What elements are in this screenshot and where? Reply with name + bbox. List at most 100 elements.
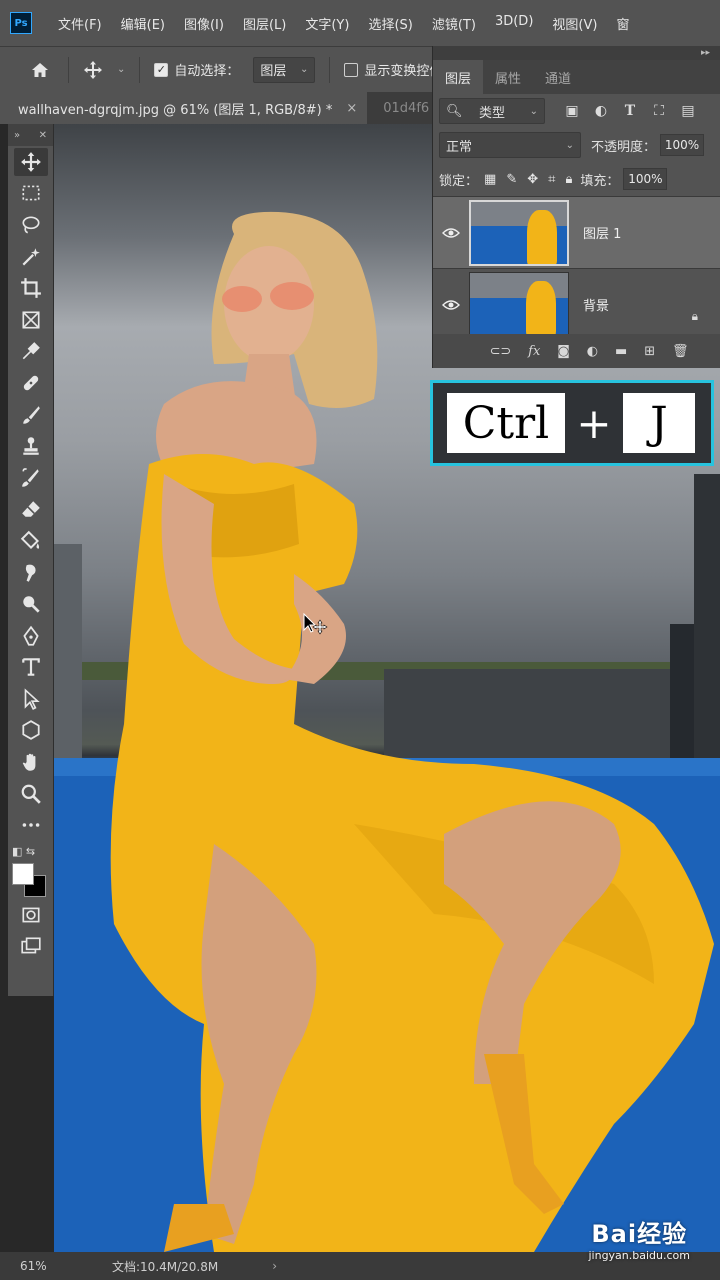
pen-tool[interactable] <box>8 620 53 652</box>
adjustment-layer-icon[interactable]: ◐ <box>587 344 598 359</box>
home-icon <box>32 62 48 77</box>
menu-image[interactable]: 图像(I) <box>184 14 224 33</box>
paint-bucket-tool[interactable] <box>8 525 53 557</box>
eraser-tool[interactable] <box>8 494 53 526</box>
tab-properties[interactable]: 属性 <box>483 60 533 94</box>
layers-panel: ▸▸ 图层 属性 通道 🔍︎ 类型 ⌄ ▣ ◐ T ⛶ ▤ 正常 ⌄ 不透明度：… <box>432 46 720 368</box>
zoom-tool[interactable] <box>8 778 53 810</box>
path-selection-tool[interactable] <box>8 683 53 715</box>
layer-row-background[interactable]: 背景 🔒︎ <box>433 268 720 340</box>
marquee-tool[interactable] <box>8 178 53 210</box>
trash-icon[interactable]: 🗑︎ <box>672 344 689 359</box>
menu-select[interactable]: 选择(S) <box>368 14 412 33</box>
eye-icon[interactable] <box>433 299 469 311</box>
eyedropper-tool[interactable] <box>8 336 53 368</box>
healing-brush-tool[interactable] <box>8 367 53 399</box>
smart-object-filter-icon[interactable]: ▤ <box>679 102 697 120</box>
type-tool[interactable] <box>8 652 53 684</box>
shape-tool[interactable] <box>8 715 53 747</box>
menu-view[interactable]: 视图(V) <box>552 14 597 33</box>
prevent-autonest-icon[interactable]: ⌗ <box>548 172 555 187</box>
menu-layer[interactable]: 图层(L) <box>243 14 286 33</box>
shortcut-key-ctrl: Ctrl <box>447 393 565 453</box>
home-button[interactable] <box>26 60 54 80</box>
show-transform-checkbox[interactable] <box>344 62 359 77</box>
layer-filter-dropdown[interactable]: 🔍︎ 类型 ⌄ <box>439 98 545 124</box>
menu-edit[interactable]: 编辑(E) <box>121 14 165 33</box>
lock-transparent-pixels-icon[interactable]: ▦ <box>484 172 496 187</box>
adjustment-filter-icon[interactable]: ◐ <box>592 102 610 120</box>
auto-select-checkbox[interactable]: ✓ <box>154 62 169 77</box>
folder-icon[interactable]: ▬ <box>615 344 627 359</box>
lock-position-icon[interactable]: ✥ <box>527 172 538 187</box>
frame-tool[interactable] <box>8 304 53 336</box>
lasso-tool[interactable] <box>8 209 53 241</box>
default-colors-icon[interactable]: ◧ ⇆ <box>12 845 35 858</box>
more-tools[interactable] <box>8 809 53 841</box>
lock-all-icon[interactable]: 🔒︎ <box>565 172 572 187</box>
type-filter-icon[interactable]: T <box>621 102 639 120</box>
move-tool-preset[interactable]: ⌄ <box>83 60 125 80</box>
layer-name: 图层 1 <box>583 227 622 242</box>
blend-mode-value: 正常 <box>446 139 473 155</box>
dodge-tool[interactable] <box>8 588 53 620</box>
screen-mode-icon <box>20 937 41 954</box>
layer-filter-value: 类型 <box>479 105 506 121</box>
tab-layers[interactable]: 图层 <box>433 60 484 94</box>
brush-tool[interactable] <box>8 399 53 431</box>
arrow-cursor-icon <box>24 688 40 710</box>
screen-mode-button[interactable] <box>8 931 53 963</box>
hexagon-icon <box>21 720 40 741</box>
hand-icon <box>22 753 35 771</box>
panel-collapse-bar[interactable]: ▸▸ <box>433 46 720 60</box>
fill-input[interactable]: 100% <box>623 168 668 190</box>
menu-file[interactable]: 文件(F) <box>58 14 102 33</box>
foreground-color-swatch[interactable] <box>12 863 34 886</box>
magic-wand-tool[interactable] <box>8 241 53 273</box>
photoshop-logo[interactable]: Ps <box>10 12 32 34</box>
new-layer-icon[interactable]: ⊞ <box>644 344 655 359</box>
watermark-url: jingyan.baidu.com <box>588 1249 690 1262</box>
auto-select-target-dropdown[interactable]: 图层 ⌄ <box>253 56 316 83</box>
layer-name: 背景 <box>583 299 610 314</box>
shape-filter-icon[interactable]: ⛶ <box>650 102 668 120</box>
fx-icon[interactable]: fx <box>528 344 540 359</box>
eye-icon[interactable] <box>433 227 469 239</box>
lock-row: 锁定： ▦ ✎ ✥ ⌗ 🔒︎ 填充： 100% <box>433 162 720 196</box>
magnifier-icon <box>21 784 41 804</box>
menu-3d[interactable]: 3D(D) <box>495 14 533 33</box>
lock-image-pixels-icon[interactable]: ✎ <box>506 172 517 187</box>
status-menu-arrow-icon[interactable]: › <box>272 1259 277 1273</box>
layer-mask-icon[interactable]: ◙ <box>557 344 570 359</box>
tab-channels[interactable]: 通道 <box>533 60 583 94</box>
quick-mask-button[interactable] <box>8 899 53 931</box>
close-icon[interactable]: ✕ <box>39 130 47 141</box>
document-size: 文档:10.4M/20.8M <box>112 1259 219 1274</box>
collapse-icon[interactable]: » <box>14 130 20 141</box>
tools-panel: » ✕ ◧ ⇆ <box>8 124 54 996</box>
move-tool[interactable] <box>8 146 53 178</box>
close-icon[interactable]: × <box>346 101 357 116</box>
clone-stamp-tool[interactable] <box>8 430 53 462</box>
lock-label: 锁定： <box>439 173 479 189</box>
more-icon <box>22 823 39 828</box>
separator <box>329 56 331 83</box>
menu-filter[interactable]: 滤镜(T) <box>432 14 476 33</box>
opacity-input[interactable]: 100% <box>660 134 705 156</box>
layer-row-layer1[interactable]: 图层 1 <box>433 196 720 268</box>
link-layers-icon[interactable]: ⊂⊃ <box>489 344 511 359</box>
brush-icon <box>22 405 40 424</box>
menu-window[interactable]: 窗 <box>616 14 629 33</box>
hand-tool[interactable] <box>8 746 53 778</box>
image-filter-icon[interactable]: ▣ <box>563 102 581 120</box>
smudge-tool[interactable] <box>8 557 53 589</box>
crop-tool[interactable] <box>8 272 53 304</box>
lasso-icon <box>21 216 40 234</box>
zoom-level[interactable]: 61% <box>0 1259 60 1273</box>
tab-document-active[interactable]: wallhaven-dgrqjm.jpg @ 61% (图层 1, RGB/8#… <box>0 92 368 124</box>
menu-type[interactable]: 文字(Y) <box>305 14 349 33</box>
color-swatches: ◧ ⇆ <box>8 843 53 899</box>
blend-mode-dropdown[interactable]: 正常 ⌄ <box>439 132 581 158</box>
history-brush-tool[interactable] <box>8 462 53 494</box>
tab-document-inactive[interactable]: 01d4f6 <box>367 92 439 124</box>
